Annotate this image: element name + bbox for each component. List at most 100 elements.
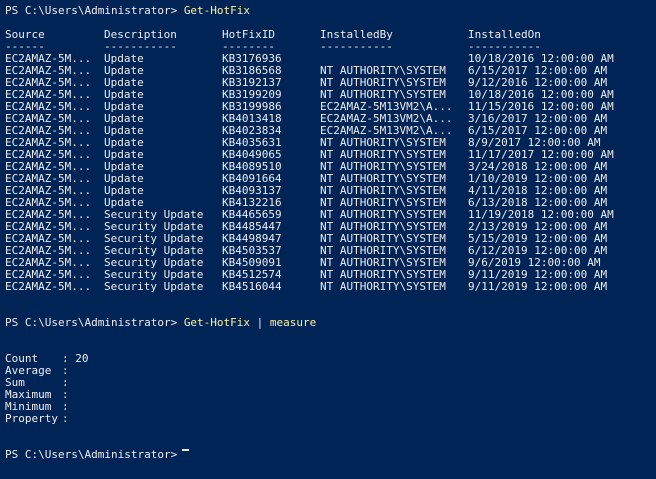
header-installedby: InstalledBy xyxy=(320,29,393,41)
table-row: EC2AMAZ-5M... Update KB3199209 NT AUTHORITY… xyxy=(5,89,656,101)
prompt-line-1: PS C:\Users\Administrator> Get-HotFix xyxy=(5,5,656,17)
cell-installedby: NT AUTHORITY\SYSTEM xyxy=(320,77,446,89)
table-row: EC2AMAZ-5M... Security Update KB4498947 NT … xyxy=(5,233,656,245)
cell-installedby: NT AUTHORITY\SYSTEM xyxy=(320,281,446,293)
cell-source: EC2AMAZ-5M... xyxy=(5,269,92,281)
prompt-text: PS C:\Users\Administrator> xyxy=(5,4,178,17)
cell-installedby: NT AUTHORITY\SYSTEM xyxy=(320,173,446,185)
cell-source: EC2AMAZ-5M... xyxy=(5,125,92,137)
cell-description: Update xyxy=(104,113,144,125)
cell-installedon: 9/11/2019 12:00:00 AM xyxy=(468,281,608,293)
cell-installedby: EC2AMAZ-5M13VM2\A... xyxy=(320,125,453,137)
cell-source: EC2AMAZ-5M... xyxy=(5,101,92,113)
table-row: EC2AMAZ-5M... Update KB4093137 NT AUTHORITY… xyxy=(5,185,656,197)
pipe-operator: | xyxy=(256,316,264,329)
table-row: EC2AMAZ-5M... Update KB3186568 NT AUTHORITY… xyxy=(5,65,656,77)
measure-field-value: 20 xyxy=(75,352,89,365)
cell-hotfixid: KB3199986 xyxy=(222,101,282,113)
table-header-underline: ------ ----------- -------- ----------- … xyxy=(5,41,656,53)
cell-source: EC2AMAZ-5M... xyxy=(5,161,92,173)
cell-description: Update xyxy=(104,101,144,113)
cell-description: Update xyxy=(104,77,144,89)
cell-source: EC2AMAZ-5M... xyxy=(5,173,92,185)
cell-installedon: 11/17/2017 12:00:00 AM xyxy=(468,149,614,161)
cell-installedon: 11/15/2016 12:00:00 AM xyxy=(468,101,614,113)
underline-source: ------ xyxy=(5,41,45,53)
cell-installedon: 1/10/2019 12:00:00 AM xyxy=(468,173,608,185)
cell-installedon: 4/11/2018 12:00:00 AM xyxy=(468,185,608,197)
cell-installedon: 9/6/2019 12:00:00 AM xyxy=(468,257,601,269)
cell-description: Update xyxy=(104,185,144,197)
cell-source: EC2AMAZ-5M... xyxy=(5,149,92,161)
measure-field: Average: xyxy=(5,365,656,377)
cell-hotfixid: KB3192137 xyxy=(222,77,282,89)
cell-hotfixid: KB3176936 xyxy=(222,53,282,65)
command-get-hotfix: Get-HotFix xyxy=(183,4,251,17)
measure-field: Maximum: xyxy=(5,389,656,401)
cell-source: EC2AMAZ-5M... xyxy=(5,209,92,221)
cell-hotfixid: KB4465659 xyxy=(222,209,282,221)
prompt-line-3[interactable]: PS C:\Users\Administrator> xyxy=(5,449,656,461)
cell-installedon: 11/19/2018 12:00:00 AM xyxy=(468,209,614,221)
table-row: EC2AMAZ-5M... Security Update KB4509091 NT … xyxy=(5,257,656,269)
cell-installedby: NT AUTHORITY\SYSTEM xyxy=(320,209,446,221)
cell-installedon: 6/15/2017 12:00:00 AM xyxy=(468,65,608,77)
cell-description: Security Update xyxy=(104,221,204,233)
cell-hotfixid: KB4093137 xyxy=(222,185,282,197)
cell-source: EC2AMAZ-5M... xyxy=(5,281,92,293)
cell-hotfixid: KB4516044 xyxy=(222,281,282,293)
cell-description: Security Update xyxy=(104,269,204,281)
table-row: EC2AMAZ-5M... Security Update KB4503537 NT … xyxy=(5,245,656,257)
table-row: EC2AMAZ-5M... Update KB4035631 NT AUTHORITY… xyxy=(5,137,656,149)
cell-description: Update xyxy=(104,89,144,101)
cell-hotfixid: KB4509091 xyxy=(222,257,282,269)
measure-field: Minimum: xyxy=(5,401,656,413)
cell-hotfixid: KB4035631 xyxy=(222,137,282,149)
table-header: Source Description HotFixID InstalledBy … xyxy=(5,29,656,41)
prompt-line-2: PS C:\Users\Administrator> Get-HotFix | … xyxy=(5,317,656,329)
cell-installedby: NT AUTHORITY\SYSTEM xyxy=(320,149,446,161)
cell-source: EC2AMAZ-5M... xyxy=(5,65,92,77)
table-row: EC2AMAZ-5M... Security Update KB4465659 NT … xyxy=(5,209,656,221)
table-row: EC2AMAZ-5M... Update KB4091664 NT AUTHORITY… xyxy=(5,173,656,185)
cell-hotfixid: KB4013418 xyxy=(222,113,282,125)
cell-description: Security Update xyxy=(104,257,204,269)
underline-installedon: ----------- xyxy=(468,41,541,53)
header-description: Description xyxy=(104,29,177,41)
cell-hotfixid: KB4132216 xyxy=(222,197,282,209)
header-source: Source xyxy=(5,29,45,41)
prompt-text: PS C:\Users\Administrator> xyxy=(5,448,178,461)
powershell-console[interactable]: PS C:\Users\Administrator> Get-HotFix So… xyxy=(0,0,656,479)
table-row: EC2AMAZ-5M... Security Update KB4512574 NT … xyxy=(5,269,656,281)
cell-source: EC2AMAZ-5M... xyxy=(5,197,92,209)
measure-field-label: Property xyxy=(5,412,58,425)
header-hotfixid: HotFixID xyxy=(222,29,275,41)
cell-installedon: 9/11/2019 12:00:00 AM xyxy=(468,269,608,281)
command-get-hotfix: Get-HotFix xyxy=(183,316,251,329)
cell-hotfixid: KB4485447 xyxy=(222,221,282,233)
cell-source: EC2AMAZ-5M... xyxy=(5,257,92,269)
cell-installedon: 6/15/2017 12:00:00 AM xyxy=(468,125,608,137)
cell-installedon: 3/24/2018 12:00:00 AM xyxy=(468,161,608,173)
cell-description: Update xyxy=(104,173,144,185)
cell-description: Update xyxy=(104,197,144,209)
measure-field: Sum: xyxy=(5,377,656,389)
table-row: EC2AMAZ-5M... Update KB4089510 NT AUTHORITY… xyxy=(5,161,656,173)
cell-installedon: 10/18/2016 12:00:00 AM xyxy=(468,89,614,101)
table-row: EC2AMAZ-5M... Update KB4049065 NT AUTHORITY… xyxy=(5,149,656,161)
cell-installedon: 5/15/2019 12:00:00 AM xyxy=(468,233,608,245)
cell-installedby: NT AUTHORITY\SYSTEM xyxy=(320,257,446,269)
cell-description: Security Update xyxy=(104,209,204,221)
cell-description: Update xyxy=(104,65,144,77)
cell-installedon: 6/13/2018 12:00:00 AM xyxy=(468,197,608,209)
cell-description: Update xyxy=(104,53,144,65)
measure-field: Property: xyxy=(5,413,656,425)
cell-description: Update xyxy=(104,161,144,173)
table-row: EC2AMAZ-5M... Security Update KB4485447 NT … xyxy=(5,221,656,233)
cell-installedby: NT AUTHORITY\SYSTEM xyxy=(320,161,446,173)
cell-installedby: NT AUTHORITY\SYSTEM xyxy=(320,245,446,257)
table-row: EC2AMAZ-5M... Update KB3192137 NT AUTHORITY… xyxy=(5,77,656,89)
underline-installedby: ----------- xyxy=(320,41,393,53)
